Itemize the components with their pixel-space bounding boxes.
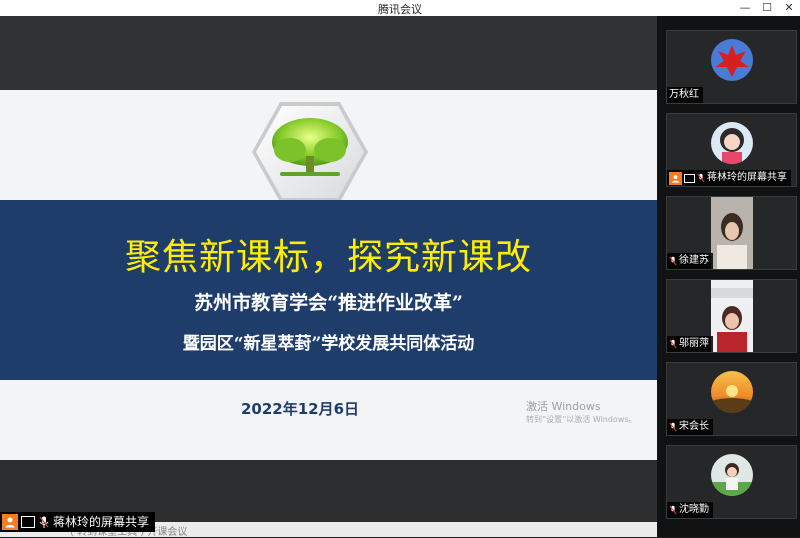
participant-tile-0[interactable]: 万秋红 xyxy=(666,30,797,104)
participant-video xyxy=(711,197,753,269)
participant-name-label: 宋会长 xyxy=(667,419,713,435)
participant-name: 邬丽萍 xyxy=(679,338,709,349)
microphone-icon xyxy=(669,422,677,433)
participant-tile-3[interactable]: 邬丽萍 xyxy=(666,279,797,353)
screen-share-icon xyxy=(21,516,35,528)
screen-share-label[interactable]: 蒋林玲的屏幕共享 xyxy=(0,512,156,532)
participant-name: 沈晓勤 xyxy=(679,504,709,515)
microphone-icon xyxy=(38,515,50,529)
participant-name: 万秋红 xyxy=(669,89,699,100)
participant-name: 徐建苏 xyxy=(679,255,709,266)
participant-name: 宋会长 xyxy=(679,421,709,432)
child-photo-icon xyxy=(711,454,753,496)
slide-headline: 聚焦新课标，探究新课改 xyxy=(124,237,532,278)
presentation-slide: 聚焦新课标，探究新课改 苏州市教育学会“推进作业改革” 暨园区“新星萃葑”学校发… xyxy=(0,90,657,460)
screen-share-label-text: 蒋林玲的屏幕共享 xyxy=(53,515,150,529)
participant-tile-4[interactable]: 宋会长 xyxy=(666,362,797,436)
participant-video xyxy=(711,280,753,352)
screen-share-icon xyxy=(684,173,695,183)
slide-date: 2022年12月6日 xyxy=(240,400,360,418)
window-title: 腾讯会议 xyxy=(378,3,422,16)
participant-name-label: 万秋红 xyxy=(667,87,703,103)
participant-name-label: 徐建苏 xyxy=(667,253,713,269)
participant-name: 蒋林玲的屏幕共享 xyxy=(707,172,787,183)
red-leaf-icon xyxy=(711,39,753,81)
sunset-icon xyxy=(711,371,753,413)
microphone-icon xyxy=(669,339,677,350)
slide-subtitle-1: 苏州市教育学会“推进作业改革” xyxy=(194,292,463,314)
participant-tile-5[interactable]: 沈晓勤 xyxy=(666,445,797,519)
title-bar: 腾讯会议 — ☐ ✕ xyxy=(0,0,800,16)
minimize-button[interactable]: — xyxy=(734,0,756,16)
maximize-button[interactable]: ☐ xyxy=(756,0,778,16)
cartoon-girl-icon xyxy=(711,122,753,164)
participant-name-label: 邬丽萍 xyxy=(667,336,713,352)
shared-screen-area: 聚焦新课标，探究新课改 苏州市教育学会“推进作业改革” 暨园区“新星萃葑”学校发… xyxy=(0,16,657,538)
person-icon xyxy=(2,514,18,530)
screen-top-region xyxy=(0,16,657,90)
title-banner: 聚焦新课标，探究新课改 苏州市教育学会“推进作业改革” 暨园区“新星萃葑”学校发… xyxy=(0,200,657,380)
participant-panel: 万秋红 蒋林玲的屏幕共享 徐建苏 邬丽萍 宋会长 沈晓勤 xyxy=(657,16,800,537)
person-icon xyxy=(669,171,682,185)
tree-logo-icon xyxy=(250,100,370,205)
participant-name-label: 沈晓勤 xyxy=(667,502,713,518)
participant-tile-1[interactable]: 蒋林玲的屏幕共享 xyxy=(666,113,797,187)
microphone-icon xyxy=(697,173,705,184)
slide-subtitle-2: 暨园区“新星萃葑”学校发展共同体活动 xyxy=(182,334,475,354)
windows-activation-watermark: 激活 Windows xyxy=(526,400,601,413)
windows-activation-hint: 转到“设置”以激活 Windows。 xyxy=(526,415,637,424)
microphone-icon xyxy=(669,256,677,267)
close-button[interactable]: ✕ xyxy=(778,0,800,16)
participant-tile-2[interactable]: 徐建苏 xyxy=(666,196,797,270)
microphone-icon xyxy=(669,505,677,516)
participant-name-label: 蒋林玲的屏幕共享 xyxy=(667,170,791,186)
